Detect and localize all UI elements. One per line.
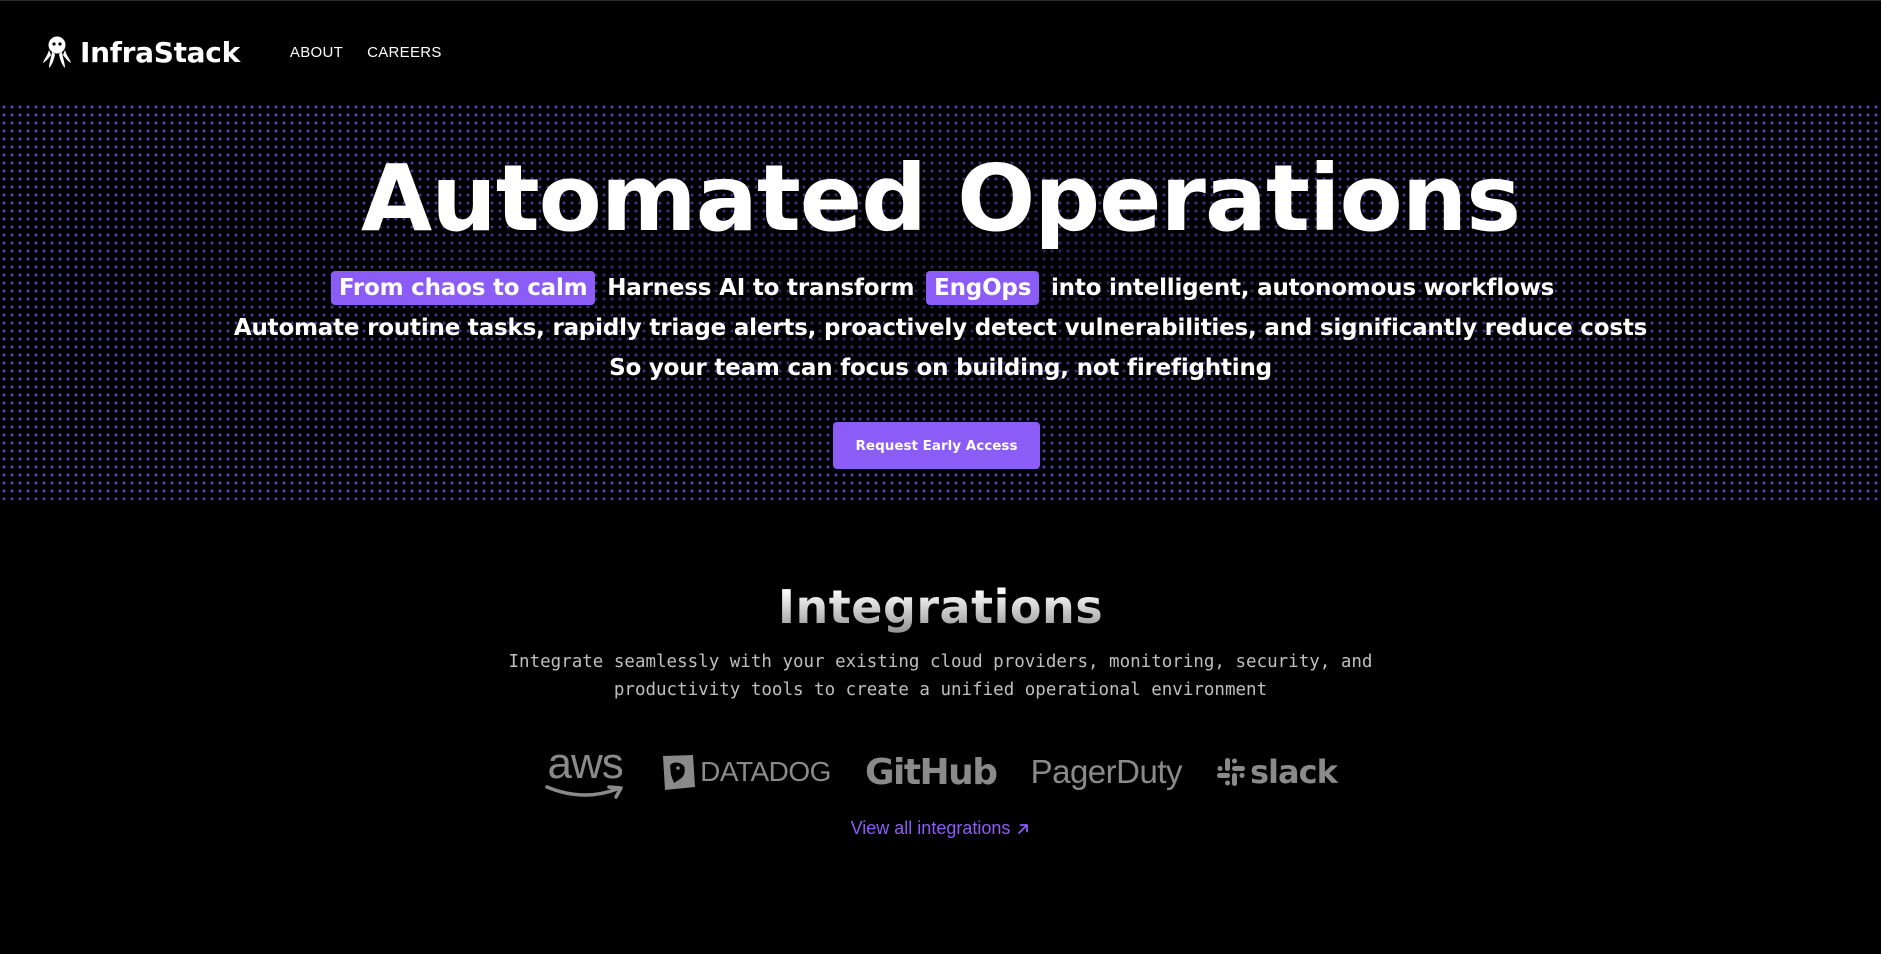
integrations-description-line-1: Integrate seamlessly with your existing …	[508, 652, 1373, 672]
view-all-container: View all integrations	[0, 818, 1881, 839]
hero-section: Automated Operations From chaos to calm …	[0, 103, 1881, 500]
request-early-access-button[interactable]: Request Early Access	[833, 422, 1040, 469]
tagline-text-1: Harness AI to transform	[607, 275, 915, 301]
hero-title: Automated Operations	[361, 145, 1521, 252]
engops-pill: EngOps	[926, 271, 1040, 305]
view-all-integrations-link[interactable]: View all integrations	[851, 818, 1031, 839]
slack-logo: slack	[1216, 753, 1338, 791]
hero-subdescription: So your team can focus on building, not …	[609, 355, 1272, 381]
brand-name: InfraStack	[80, 35, 240, 69]
hero-tagline: From chaos to calm Harness AI to transfo…	[0, 271, 1881, 305]
site-header: InfraStack ABOUT CAREERS	[0, 1, 1881, 103]
integrations-title: Integrations	[0, 578, 1881, 636]
aws-smile-icon	[545, 785, 623, 799]
main-nav: ABOUT CAREERS	[290, 44, 442, 61]
integrations-description-line-2: productivity tools to create a unified o…	[613, 680, 1268, 700]
aws-logo: aws	[544, 742, 626, 800]
nav-about-link[interactable]: ABOUT	[290, 44, 343, 61]
hero-description: Automate routine tasks, rapidly triage a…	[233, 315, 1648, 341]
chaos-to-calm-pill: From chaos to calm	[330, 271, 596, 305]
integration-logos: aws DATADOG GitHub PagerDuty slack	[0, 740, 1881, 804]
integrations-description: Integrate seamlessly with your existing …	[440, 648, 1441, 704]
datadog-logo: DATADOG	[660, 753, 831, 791]
view-all-label: View all integrations	[850, 818, 1011, 838]
arrow-up-right-icon	[1018, 823, 1029, 834]
tagline-text-2: into intelligent, autonomous workflows	[1051, 275, 1555, 301]
octopus-icon	[43, 36, 71, 68]
nav-careers-link[interactable]: CAREERS	[367, 44, 442, 61]
pagerduty-logo: PagerDuty	[1030, 753, 1183, 790]
slack-hash-icon	[1217, 758, 1245, 786]
brand-logo-link[interactable]: InfraStack	[42, 35, 240, 69]
github-logo: GitHub	[864, 751, 998, 793]
datadog-dog-icon	[663, 755, 696, 790]
